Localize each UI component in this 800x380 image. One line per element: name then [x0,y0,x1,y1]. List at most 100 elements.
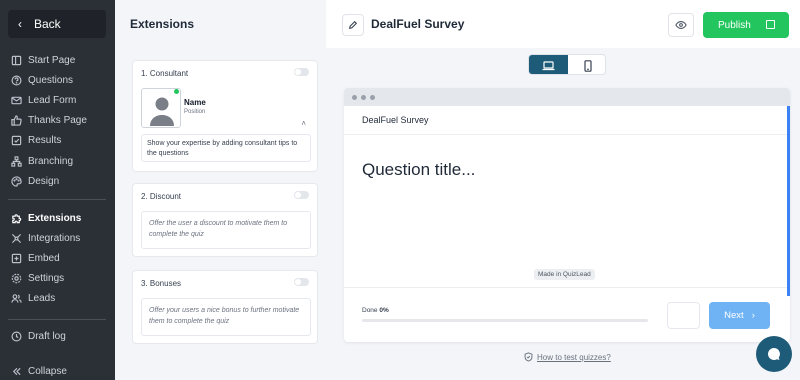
discount-card: 2. Discount Offer the user a discount to… [132,183,318,257]
sidebar-item-label: Design [28,175,60,187]
desktop-view-button[interactable] [529,55,568,74]
gear-icon [10,273,22,285]
extensions-panel: Extensions 1. Consultant Name Position ˄… [115,0,326,380]
results-icon [10,135,22,147]
sidebar-item-branching[interactable]: Branching [0,151,115,171]
sidebar-item-results[interactable]: Results [0,131,115,151]
smartphone-icon [583,59,592,72]
sidebar-item-lead-form[interactable]: Lead Form [0,90,115,110]
eye-icon [675,21,687,29]
save-icon [766,20,775,29]
preview-survey-title: DealFuel Survey [362,115,429,125]
publish-button[interactable]: Publish [703,12,789,38]
chat-button[interactable] [756,336,792,372]
discount-description: Offer the user a discount to motivate th… [141,211,311,249]
sidebar-item-questions[interactable]: Questions [0,70,115,90]
branching-icon [10,155,22,167]
sidebar-item-label: Start Page [28,54,76,66]
back-label: Back [34,17,61,31]
sidebar-item-label: Results [28,135,62,147]
preview-button[interactable] [668,13,694,37]
page-icon [10,54,22,66]
bonuses-description: Offer your users a nice bonus to further… [141,298,311,336]
window-dot [361,95,366,100]
sidebar-divider [8,319,106,320]
done-value: 0% [379,307,389,314]
sidebar-item-design[interactable]: Design [0,171,115,191]
window-dot [352,95,357,100]
double-chevron-left-icon [10,365,22,377]
window-dot [370,95,375,100]
made-in-badge[interactable]: Made in QuizLead [534,269,595,280]
sidebar-item-integrations[interactable]: Integrations [0,228,115,248]
survey-title: DealFuel Survey [371,17,465,31]
next-label: Next [724,310,744,321]
palette-icon [10,175,22,187]
progress-bar [362,319,648,322]
sidebar-item-draft-log[interactable]: Draft log [0,326,115,346]
progress-label: Done 0% [362,307,389,314]
sidebar-item-label: Integrations [28,232,81,244]
sidebar-divider [8,199,106,200]
chat-bubble-icon [768,348,780,360]
how-to-test-link[interactable]: How to test quizzes? [524,352,611,362]
sidebar-item-settings[interactable]: Settings [0,269,115,289]
discount-heading: 2. Discount [141,192,182,201]
back-button[interactable]: ‹ Back [8,10,106,38]
sidebar-item-label: Leads [28,293,56,305]
embed-icon [10,252,22,264]
puzzle-icon [10,212,22,224]
preview-footer-divider [344,287,788,288]
sidebar-item-label: Questions [28,74,74,86]
pencil-icon [348,20,358,30]
consultant-name: Name [184,98,206,107]
question-icon [10,74,22,86]
edit-title-button[interactable] [342,14,364,36]
consultant-position: Position [184,109,206,115]
quiz-preview-window: DealFuel Survey Question title... Made i… [344,88,790,342]
consultant-tip-field[interactable]: Show your expertise by adding consultant… [141,134,311,162]
sidebar-item-label: Embed [28,252,60,264]
question-title[interactable]: Question title... [362,160,475,180]
sidebar-item-leads[interactable]: Leads [0,289,115,309]
sidebar-item-embed[interactable]: Embed [0,248,115,268]
discount-toggle[interactable] [294,191,309,199]
sidebar-item-label: Branching [28,155,74,167]
sidebar-item-label: Thanks Page [28,115,87,127]
sidebar-item-label: Extensions [28,212,82,224]
previous-button[interactable] [667,302,700,329]
sidebar-item-extensions[interactable]: Extensions [0,208,115,228]
collapse-button[interactable]: Collapse [0,361,115,380]
user-silhouette-icon [142,89,180,127]
sidebar-nav-bottom: Draft log [0,326,115,346]
sidebar-item-label: Draft log [28,330,66,342]
bonuses-toggle[interactable] [294,278,309,286]
publish-label: Publish [718,19,751,31]
sidebar-item-label: Lead Form [28,94,77,106]
clock-icon [10,330,22,342]
window-titlebar [344,88,790,106]
sidebar-nav-main: Start Page Questions Lead Form Thanks Pa… [0,50,115,191]
next-button[interactable]: Next › [709,302,770,329]
shield-icon [524,352,533,362]
sidebar-item-label: Settings [28,273,65,285]
preview-header-divider [344,134,788,135]
top-bar: DealFuel Survey Publish [326,0,800,48]
integrations-icon [10,232,22,244]
chevron-up-icon[interactable]: ˄ [301,119,306,128]
mail-icon [10,94,22,106]
device-switcher [528,54,606,75]
sidebar-nav-extra: Extensions Integrations Embed Settings L… [0,208,115,309]
sidebar: ‹ Back Start Page Questions Lead Form Th… [0,0,115,380]
sidebar-item-thanks-page[interactable]: Thanks Page [0,111,115,131]
extensions-title: Extensions [130,17,195,31]
sidebar-item-start-page[interactable]: Start Page [0,50,115,70]
consultant-avatar[interactable] [141,88,181,128]
mobile-view-button[interactable] [568,55,605,74]
how-to-label: How to test quizzes? [537,352,611,362]
sidebar-collapse-wrap: Collapse [0,361,115,380]
users-icon [10,293,22,305]
done-label: Done [362,307,378,314]
consultant-toggle[interactable] [294,68,309,76]
bonuses-heading: 3. Bonuses [141,279,182,288]
